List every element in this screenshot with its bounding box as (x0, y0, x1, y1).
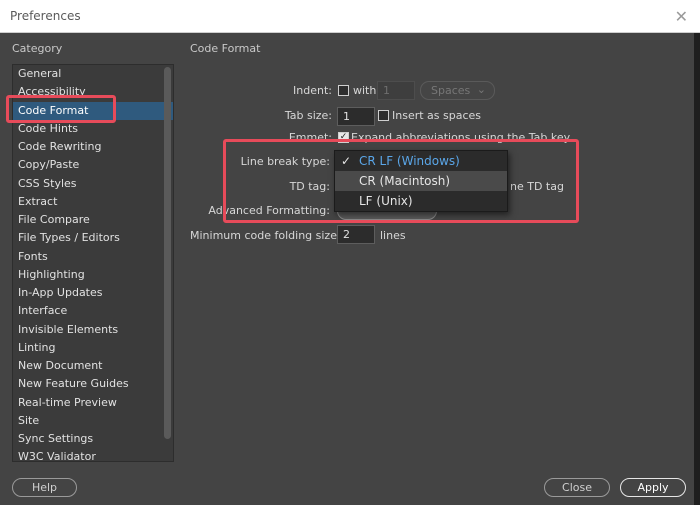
tab-size-label: Tab size: (284, 109, 332, 122)
category-item[interactable]: File Types / Editors (13, 229, 173, 247)
folding-size-label: Minimum code folding size: (190, 229, 341, 242)
chevron-down-icon: ⌄ (476, 83, 486, 96)
close-icon[interactable]: ✕ (675, 7, 688, 26)
indent-with-label: with (353, 84, 377, 97)
category-item[interactable]: Real-time Preview (13, 394, 173, 412)
category-item[interactable]: W3C Validator (13, 448, 173, 461)
folding-unit-label: lines (380, 229, 406, 242)
background-window-edge (694, 33, 700, 505)
category-item[interactable]: Invisible Elements (13, 321, 173, 339)
highlight-code-format (6, 95, 116, 123)
category-list[interactable]: General Accessibility Code Format Code H… (12, 64, 174, 462)
indent-unit-select[interactable]: Spaces ⌄ (420, 81, 495, 100)
category-item[interactable]: General (13, 65, 173, 83)
indent-checkbox[interactable] (338, 85, 349, 96)
category-item[interactable]: CSS Styles (13, 175, 173, 193)
category-item[interactable]: Site (13, 412, 173, 430)
folding-size-input[interactable]: 2 (337, 225, 375, 244)
indent-unit-value: Spaces (431, 84, 471, 97)
category-item[interactable]: Copy/Paste (13, 156, 173, 174)
insert-as-spaces-checkbox[interactable] (378, 110, 389, 121)
category-item[interactable]: New Feature Guides (13, 375, 173, 393)
close-button[interactable]: Close (544, 478, 610, 497)
indent-size-input[interactable]: 1 (377, 81, 415, 100)
highlight-line-break (223, 139, 579, 223)
category-item[interactable]: File Compare (13, 211, 173, 229)
panel-heading: Code Format (190, 42, 261, 55)
category-scrollbar[interactable] (164, 67, 171, 439)
category-item[interactable]: Code Rewriting (13, 138, 173, 156)
category-item[interactable]: Linting (13, 339, 173, 357)
indent-label: Indent: (293, 84, 332, 97)
category-item[interactable]: In-App Updates (13, 284, 173, 302)
help-button[interactable]: Help (12, 478, 77, 497)
title-bar: Preferences ✕ (0, 0, 700, 33)
category-item[interactable]: New Document (13, 357, 173, 375)
category-item[interactable]: Highlighting (13, 266, 173, 284)
category-item[interactable]: Fonts (13, 248, 173, 266)
apply-button[interactable]: Apply (620, 478, 686, 497)
category-heading: Category (12, 42, 63, 55)
preferences-dialog: Preferences ✕ Category General Accessibi… (0, 0, 700, 505)
insert-as-spaces-label: Insert as spaces (392, 109, 482, 122)
window-title: Preferences (10, 9, 81, 23)
category-item[interactable]: Sync Settings (13, 430, 173, 448)
category-item[interactable]: Interface (13, 302, 173, 320)
tab-size-input[interactable]: 1 (337, 107, 375, 126)
category-item[interactable]: Extract (13, 193, 173, 211)
